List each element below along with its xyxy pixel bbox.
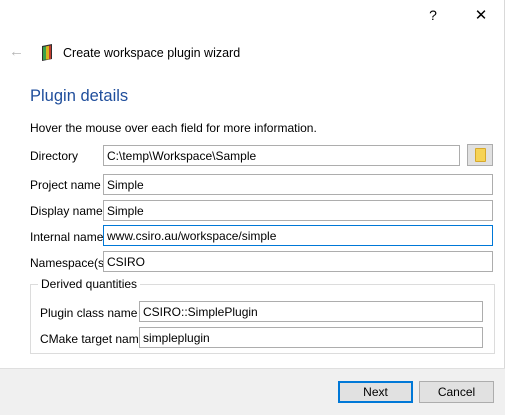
page-title: Plugin details	[30, 87, 129, 105]
help-button[interactable]: ?	[410, 0, 456, 30]
wizard-title: Create workspace plugin wizard	[63, 46, 241, 60]
derived-quantities-title: Derived quantities	[38, 277, 141, 291]
namespace-label: Namespace(s)	[30, 256, 109, 270]
directory-field[interactable]	[103, 145, 460, 166]
display-name-field[interactable]	[103, 200, 493, 221]
directory-label: Directory	[30, 149, 79, 163]
hint-text: Hover the mouse over each field for more…	[30, 121, 317, 135]
next-button[interactable]: Next	[338, 381, 413, 403]
project-name-label: Project name	[30, 178, 101, 192]
internal-name-field[interactable]	[103, 225, 493, 246]
cmake-target-name-label: CMake target name	[40, 332, 146, 346]
workspace-app-icon	[42, 44, 52, 61]
plugin-class-name-field[interactable]	[139, 301, 483, 322]
wizard-window: ? ✕ ← Create workspace plugin wizard Plu…	[0, 0, 505, 415]
close-icon: ✕	[474, 7, 488, 24]
plugin-class-name-label: Plugin class name	[40, 306, 138, 320]
back-arrow-icon[interactable]: ←	[9, 43, 24, 60]
cancel-button[interactable]: Cancel	[419, 381, 494, 403]
help-icon: ?	[429, 7, 437, 23]
internal-name-label: Internal name	[30, 230, 104, 244]
display-name-label: Display name	[30, 204, 103, 218]
close-button[interactable]: ✕	[458, 0, 504, 30]
cmake-target-name-field[interactable]	[139, 327, 483, 348]
project-name-field[interactable]	[103, 174, 493, 195]
browse-directory-button[interactable]	[467, 144, 493, 166]
folder-icon	[474, 148, 486, 162]
namespace-field[interactable]	[103, 251, 493, 272]
